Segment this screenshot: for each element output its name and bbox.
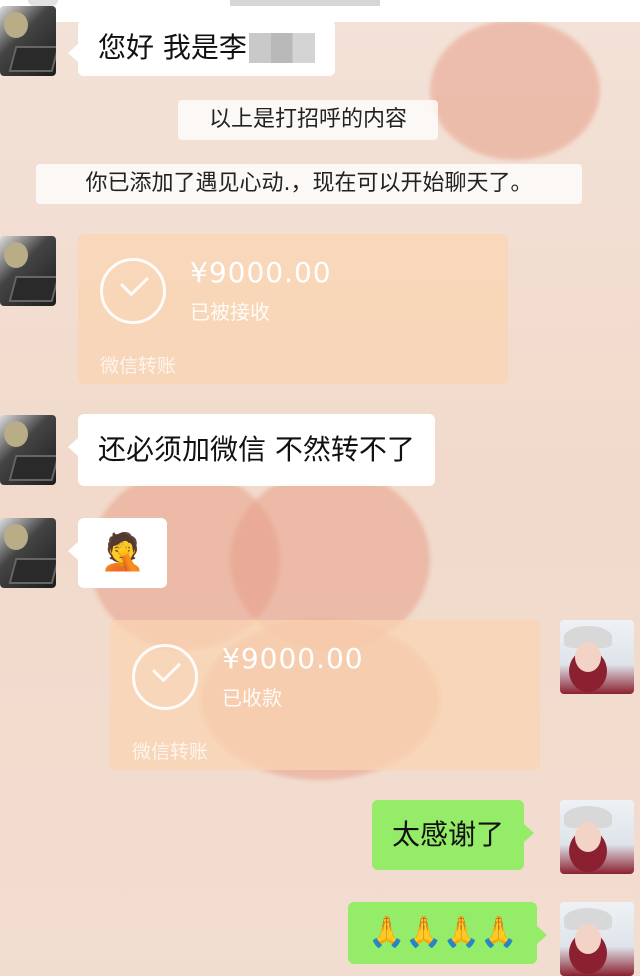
check-circle-icon — [132, 644, 198, 710]
self-avatar[interactable] — [560, 902, 634, 976]
pray-emoji: 🙏🙏🙏🙏 — [368, 915, 518, 950]
system-notice-text: 以上是打招呼的内容 — [208, 107, 407, 132]
message-bubble-need-wechat[interactable]: 还必须加微信 不然转不了 — [68, 414, 435, 486]
status-bar — [0, 0, 640, 22]
facepalm-emoji: 🤦 — [100, 532, 145, 573]
contact-avatar[interactable] — [0, 6, 56, 76]
transfer-card-collected[interactable]: ¥9000.00 已收款 微信转账 — [110, 620, 540, 770]
message-bubble-pray[interactable]: 🙏🙏🙏🙏 — [348, 902, 548, 964]
contact-avatar[interactable] — [0, 518, 56, 588]
transfer-status: 已被接收 — [190, 300, 270, 324]
message-bubble-greeting[interactable]: 您好 我是李 — [68, 20, 335, 76]
transfer-card-received[interactable]: ¥9000.00 已被接收 微信转账 — [78, 234, 508, 384]
self-avatar[interactable] — [560, 800, 634, 874]
transfer-footer-label: 微信转账 — [132, 741, 209, 763]
check-circle-icon — [100, 258, 166, 324]
message-text: 您好 我是李 — [98, 31, 247, 64]
system-notice-friend-added: 你已添加了遇见心动.，现在可以开始聊天了。 — [36, 164, 582, 204]
background-heart-top — [430, 20, 600, 160]
transfer-footer-label: 微信转账 — [100, 355, 177, 377]
message-bubble-emoji[interactable]: 🤦 — [68, 518, 167, 588]
message-bubble-thanks[interactable]: 太感谢了 — [372, 800, 535, 870]
message-text: 太感谢了 — [392, 818, 505, 851]
contact-avatar[interactable] — [0, 236, 56, 306]
system-notice-greeting: 以上是打招呼的内容 — [178, 100, 438, 140]
system-notice-text: 你已添加了遇见心动.，现在可以开始聊天了。 — [85, 171, 533, 196]
redacted-name-mosaic — [248, 33, 315, 63]
transfer-status: 已收款 — [222, 686, 282, 710]
transfer-amount: ¥9000.00 — [222, 642, 364, 675]
contact-avatar[interactable] — [0, 415, 56, 485]
status-bar-title-placeholder — [230, 0, 380, 6]
message-text: 还必须加微信 不然转不了 — [98, 433, 415, 466]
transfer-amount: ¥9000.00 — [190, 256, 332, 289]
self-avatar[interactable] — [560, 620, 634, 694]
